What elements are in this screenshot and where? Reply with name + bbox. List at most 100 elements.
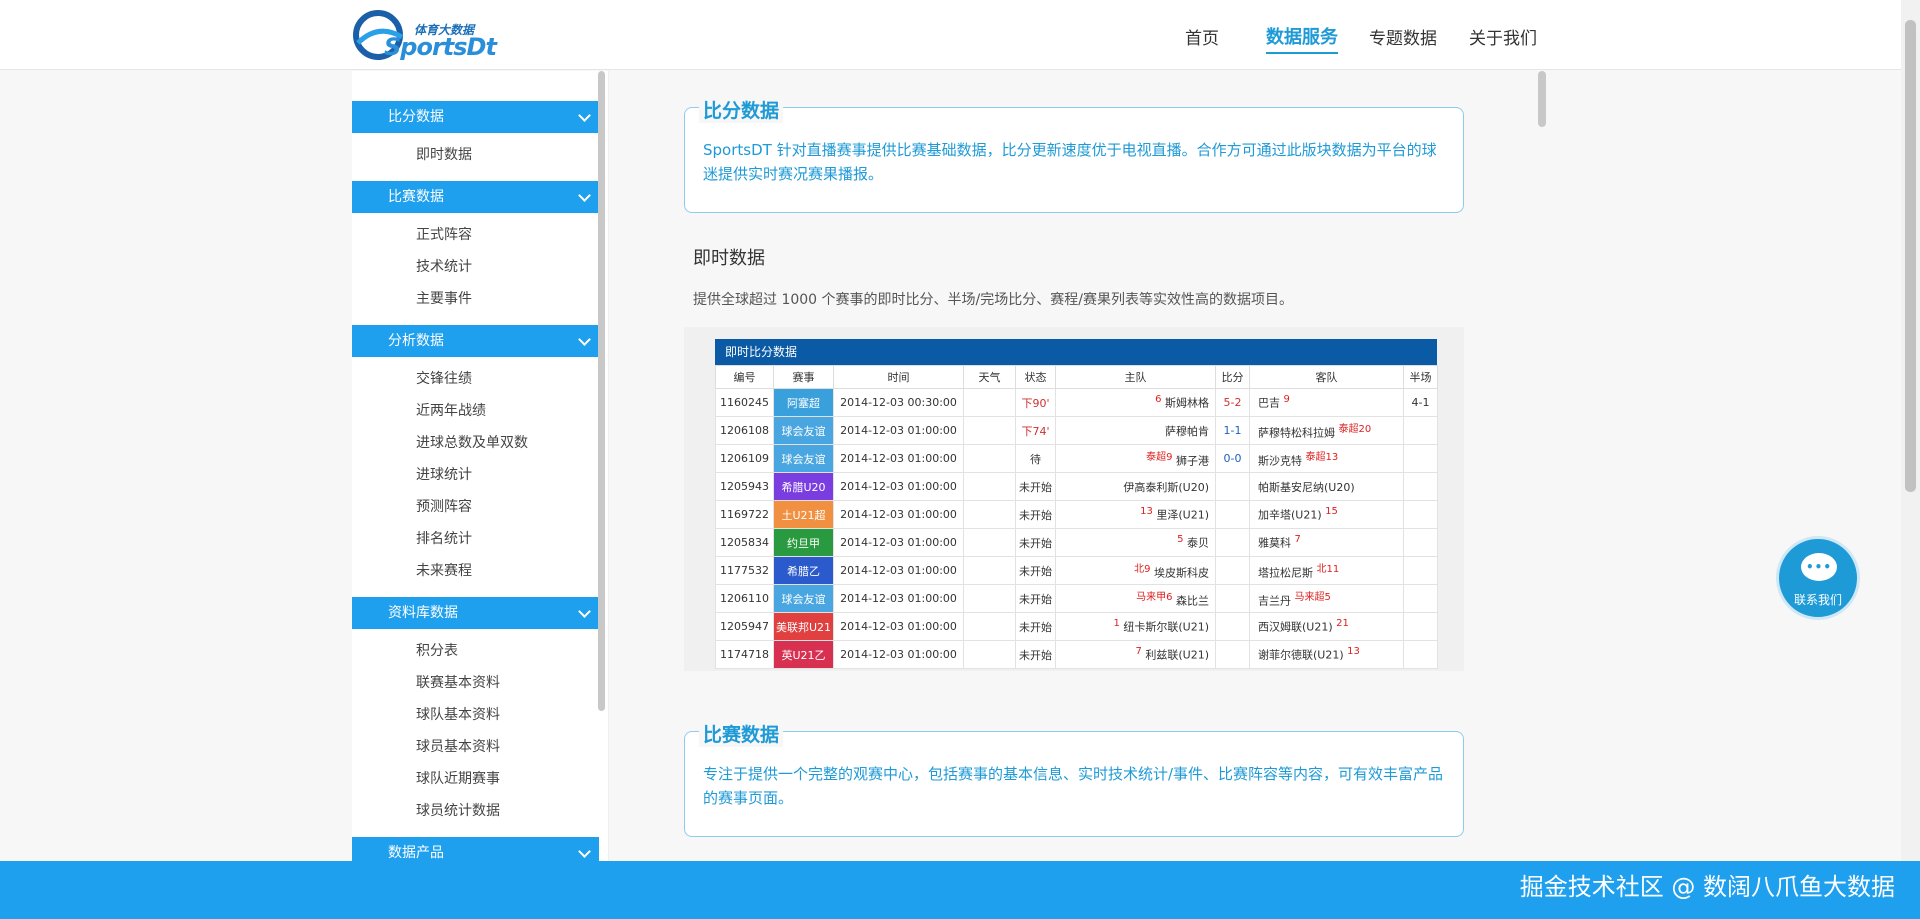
- halftime-cell: [1403, 612, 1438, 641]
- table-header-cell: 状态: [1015, 365, 1056, 389]
- match-id-cell: 1205947: [715, 612, 774, 641]
- status-cell: 未开始: [1015, 500, 1056, 529]
- sidebar-group-label: 比赛数据: [388, 189, 444, 205]
- league-cell: 希腊U20: [773, 472, 834, 501]
- page-scrollbar-thumb[interactable]: [1905, 20, 1916, 492]
- sidebar-scrollbar[interactable]: [598, 71, 605, 711]
- nav-home[interactable]: 首页: [1185, 24, 1219, 49]
- nav-topic-data[interactable]: 专题数据: [1369, 24, 1437, 49]
- sidebar-group-0[interactable]: 比分数据: [352, 101, 599, 133]
- nav-about-us[interactable]: 关于我们: [1469, 24, 1537, 49]
- league-cell: 阿塞超: [773, 388, 834, 417]
- table-row[interactable]: 1205943 希腊U20 2014-12-03 01:00:00 未开始 伊高泰利斯(…: [715, 472, 1438, 501]
- sidebar-item[interactable]: 球队近期赛事: [416, 768, 500, 788]
- home-rank: 6: [1155, 394, 1162, 406]
- sidebar-group-label: 比分数据: [388, 109, 444, 125]
- table-row[interactable]: 1206108 球会友谊 2014-12-03 01:00:00 下74' 萨穆帕肯 1-…: [715, 416, 1438, 445]
- halftime-cell: [1403, 416, 1438, 445]
- sidebar-group-2[interactable]: 分析数据: [352, 325, 599, 357]
- status-cell: 未开始: [1015, 472, 1056, 501]
- sportsdt-logo[interactable]: 体育大数据 SportsDt: [352, 9, 497, 61]
- status-cell: 未开始: [1015, 640, 1056, 669]
- sidebar-group-3[interactable]: 资料库数据: [352, 597, 599, 629]
- time-cell: 2014-12-03 01:00:00: [833, 472, 964, 501]
- sidebar-item[interactable]: 技术统计: [416, 256, 472, 276]
- sidebar-item[interactable]: 进球统计: [416, 464, 472, 484]
- table-header-cell: 比分: [1215, 365, 1250, 389]
- home-team-name[interactable]: 泰贝: [1187, 537, 1209, 550]
- home-team-name[interactable]: 埃皮斯科皮: [1154, 567, 1209, 580]
- halftime-cell: [1403, 556, 1438, 585]
- home-team-name[interactable]: 利兹联(U21): [1145, 649, 1209, 662]
- home-team-name[interactable]: 森比兰: [1176, 595, 1209, 608]
- away-team-name[interactable]: 帕斯基安尼纳(U20): [1258, 481, 1355, 494]
- sidebar-item[interactable]: 进球总数及单双数: [416, 432, 528, 452]
- score-data-desc: SportsDT 针对直播赛事提供比赛基础数据，比分更新速度优于电视直播。合作方…: [703, 141, 1437, 183]
- nav-data-services[interactable]: 数据服务: [1266, 23, 1338, 49]
- away-team-cell: 斯沙克特 泰超13: [1249, 444, 1404, 473]
- weather-cell: [963, 472, 1016, 501]
- match-id-cell: 1160245: [715, 388, 774, 417]
- contact-us-button[interactable]: ••• 联系我们: [1776, 536, 1860, 620]
- home-team-name[interactable]: 纽卡斯尔联(U21): [1123, 621, 1209, 634]
- sidebar-group-1[interactable]: 比赛数据: [352, 181, 599, 213]
- away-rank: 7: [1294, 534, 1301, 546]
- home-team-name[interactable]: 斯姆林格: [1165, 397, 1209, 410]
- table-row[interactable]: 1169722 土U21超 2014-12-03 01:00:00 未开始 13 里泽(…: [715, 500, 1438, 529]
- sidebar-item[interactable]: 交锋往绩: [416, 368, 472, 388]
- main-scrollbar[interactable]: [1538, 71, 1546, 127]
- sidebar-item[interactable]: 球队基本资料: [416, 704, 500, 724]
- sidebar-item[interactable]: 近两年战绩: [416, 400, 486, 420]
- sidebar-item[interactable]: 正式阵容: [416, 224, 472, 244]
- live-data-desc: 提供全球超过 1000 个赛事的即时比分、半场/完场比分、赛程/赛果列表等实效性…: [693, 292, 1293, 308]
- sidebar-item[interactable]: 即时数据: [416, 144, 472, 164]
- away-team-name[interactable]: 斯沙克特: [1258, 455, 1302, 468]
- weather-cell: [963, 388, 1016, 417]
- table-row[interactable]: 1174718 英U21乙 2014-12-03 01:00:00 未开始 7 利兹联(…: [715, 640, 1438, 669]
- away-team-name[interactable]: 加辛塔(U21): [1258, 509, 1322, 522]
- table-row[interactable]: 1206110 球会友谊 2014-12-03 01:00:00 未开始 马来甲6 森比…: [715, 584, 1438, 613]
- away-team-name[interactable]: 塔拉松尼斯: [1258, 567, 1313, 580]
- sidebar-group-4[interactable]: 数据产品: [352, 837, 599, 861]
- halftime-cell: [1403, 444, 1438, 473]
- away-team-name[interactable]: 西汉姆联(U21): [1258, 621, 1333, 634]
- away-team-name[interactable]: 巴吉: [1258, 397, 1280, 410]
- league-cell: 英U21乙: [773, 640, 834, 669]
- away-team-name[interactable]: 萨穆特松科拉姆: [1258, 427, 1335, 440]
- chevron-down-icon: [578, 333, 591, 346]
- sidebar-item[interactable]: 球员基本资料: [416, 736, 500, 756]
- sidebar-item[interactable]: 未来赛程: [416, 560, 472, 580]
- table-row[interactable]: 1160245 阿塞超 2014-12-03 00:30:00 下90' 6 斯姆林格 5…: [715, 388, 1438, 417]
- top-navigation-bar: 体育大数据 SportsDt 首页 数据服务 专题数据 关于我们: [0, 0, 1920, 70]
- table-row[interactable]: 1205834 约旦甲 2014-12-03 01:00:00 未开始 5 泰贝 雅莫科 …: [715, 528, 1438, 557]
- sidebar-item[interactable]: 联赛基本资料: [416, 672, 500, 692]
- table-row[interactable]: 1205947 美联邦U21 2014-12-03 01:00:00 未开始 1 纽卡斯…: [715, 612, 1438, 641]
- sidebar-item[interactable]: 预测阵容: [416, 496, 472, 516]
- home-team-cell: 13 里泽(U21): [1055, 500, 1216, 529]
- table-row[interactable]: 1177532 希腊乙 2014-12-03 01:00:00 未开始 北9 埃皮斯科皮…: [715, 556, 1438, 585]
- home-team-cell: 北9 埃皮斯科皮: [1055, 556, 1216, 585]
- match-id-cell: 1206109: [715, 444, 774, 473]
- home-team-cell: 1 纽卡斯尔联(U21): [1055, 612, 1216, 641]
- home-team-name[interactable]: 里泽(U21): [1156, 509, 1209, 522]
- sidebar-item[interactable]: 积分表: [416, 640, 458, 660]
- away-team-name[interactable]: 雅莫科: [1258, 537, 1291, 550]
- sidebar-item[interactable]: 主要事件: [416, 288, 472, 308]
- away-team-name[interactable]: 谢菲尔德联(U21): [1258, 649, 1344, 662]
- league-cell: 希腊乙: [773, 556, 834, 585]
- weather-cell: [963, 444, 1016, 473]
- sidebar-item[interactable]: 球员统计数据: [416, 800, 500, 820]
- table-header-cell: 赛事: [773, 365, 834, 389]
- table-header-cell: 编号: [715, 365, 774, 389]
- table-row[interactable]: 1206109 球会友谊 2014-12-03 01:00:00 待泰超9 狮子港 0-…: [715, 444, 1438, 473]
- away-team-name[interactable]: 吉兰丹: [1258, 595, 1291, 608]
- home-team-name[interactable]: 伊高泰利斯(U20): [1123, 481, 1209, 494]
- home-team-cell: 5 泰贝: [1055, 528, 1216, 557]
- league-cell: 美联邦U21: [773, 612, 834, 641]
- status-cell: 未开始: [1015, 612, 1056, 641]
- footer-bar: 掘金技术社区 @ 数阔八爪鱼大数据: [0, 861, 1920, 919]
- home-team-name[interactable]: 萨穆帕肯: [1165, 425, 1209, 438]
- sidebar-item[interactable]: 排名统计: [416, 528, 472, 548]
- nav-active-underline: [1266, 52, 1338, 54]
- home-team-name[interactable]: 狮子港: [1176, 455, 1209, 468]
